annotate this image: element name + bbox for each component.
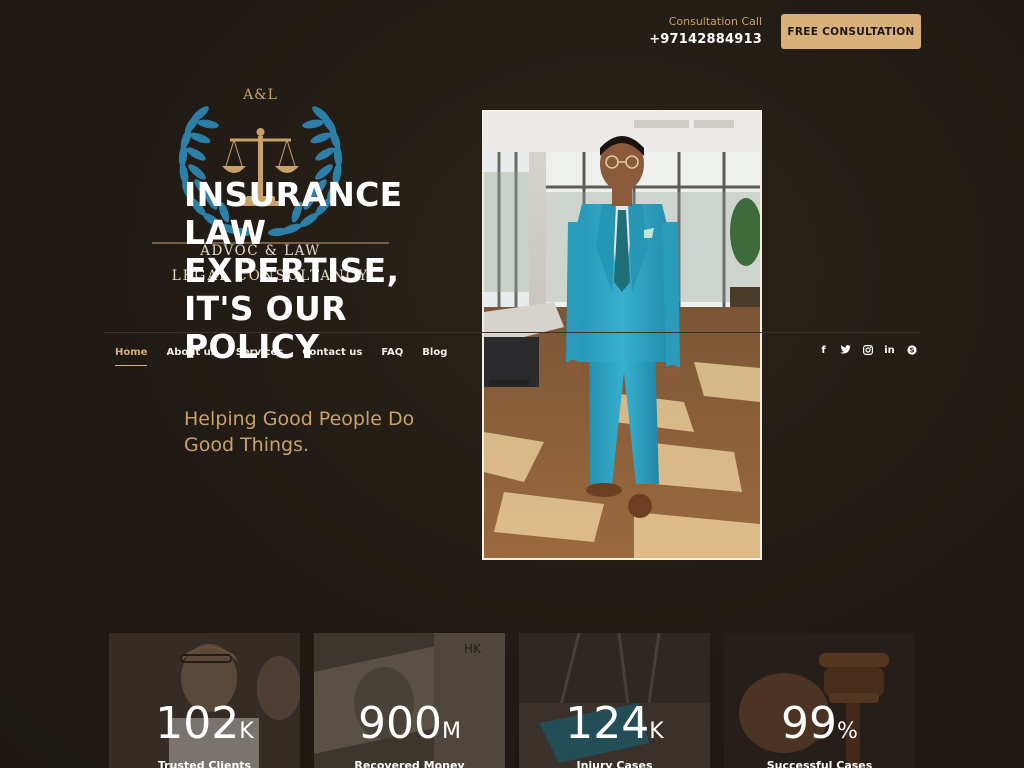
free-consultation-button[interactable]: FREE CONSULTATION [781, 14, 921, 49]
consultation-label: Consultation Call [668, 15, 762, 28]
stat-number: 124K [565, 698, 664, 749]
hero-subheading: Helping Good People Do Good Things. [184, 408, 415, 456]
stat-card-successful-cases: 99% Successful Cases [724, 633, 915, 768]
twitter-icon[interactable] [840, 345, 851, 357]
nav-item-home[interactable]: Home [115, 347, 148, 366]
stat-label: Trusted Clients [157, 759, 252, 768]
social-links: f in S [818, 345, 917, 357]
stat-card-trusted-clients: 102K Trusted Clients [109, 633, 300, 768]
svg-text:S: S [909, 347, 914, 355]
hero-headline: INSURANCE LAW EXPERTISE, IT'S OUR POLICY [184, 175, 403, 366]
stat-card-recovered-money: HK 900M Recovered Money [314, 633, 505, 768]
stat-label: Recovered Money [354, 759, 465, 768]
facebook-icon[interactable]: f [818, 345, 829, 357]
linkedin-icon[interactable]: in [884, 345, 895, 357]
stat-number: 900M [358, 698, 461, 749]
stat-card-injury-cases: 124K Injury Cases [519, 633, 710, 768]
stats-strip: 102K Trusted Clients HK 900M Recovered M… [109, 633, 915, 768]
stat-label: Successful Cases [766, 759, 873, 768]
stat-label: Injury Cases [576, 759, 653, 768]
consultation-call-block: Consultation Call +97142884913 [649, 15, 762, 51]
stat-number: 102K [155, 698, 254, 749]
hero-photo [482, 110, 762, 560]
stat-number: 99% [781, 698, 858, 749]
phone-number-link[interactable]: +97142884913 [649, 29, 762, 51]
lawyer-portrait-image [484, 112, 760, 558]
skype-icon[interactable]: S [906, 345, 917, 357]
logo-brand: A&L [243, 87, 278, 103]
instagram-icon[interactable] [862, 345, 873, 357]
